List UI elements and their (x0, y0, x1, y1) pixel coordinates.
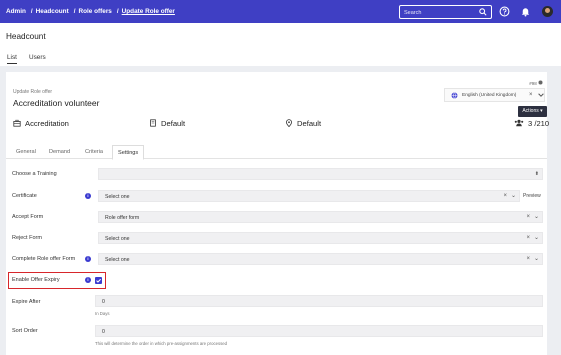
expire-after-value: 0 (102, 299, 105, 305)
complete-form-select[interactable]: Select one × ⌄ (98, 253, 543, 265)
chevron-down-icon[interactable] (537, 91, 545, 99)
location-pin-icon (286, 119, 292, 128)
check-icon (96, 278, 101, 283)
clear-icon[interactable]: × (526, 214, 530, 220)
chevron-down-icon[interactable]: ⌄ (511, 193, 516, 199)
page-title: Headcount (6, 32, 46, 41)
chevron-down-icon[interactable]: ⌄ (534, 256, 539, 262)
breadcrumb-separator: / (30, 8, 33, 15)
reject-form-label: Reject Form (12, 235, 42, 241)
accept-form-select[interactable]: Role offer form × ⌄ (98, 211, 543, 223)
info-icon[interactable]: i (85, 193, 91, 199)
breadcrumb-separator: / (73, 8, 76, 15)
info-role-text: Accreditation (25, 119, 69, 128)
chevron-down-icon[interactable]: ⌄ (534, 214, 539, 220)
accept-form-label: Accept Form (12, 214, 44, 220)
clear-icon[interactable]: × (526, 235, 530, 241)
link-icon[interactable] (538, 80, 543, 85)
breadcrumb-headcount[interactable]: Headcount (36, 8, 69, 15)
clear-icon[interactable]: × (526, 256, 530, 262)
sort-order-hint: This will determine the order in which p… (95, 341, 228, 346)
building-icon (150, 119, 156, 127)
tab-settings[interactable]: Settings (112, 145, 145, 160)
sort-order-input[interactable]: 0 (95, 325, 543, 337)
search-box (399, 5, 492, 19)
info-role: Accreditation (13, 119, 69, 133)
search-icon[interactable] (479, 8, 487, 16)
info-template: Default (149, 119, 185, 133)
reject-form-value: Select one (105, 236, 130, 242)
search-input[interactable] (404, 8, 476, 17)
expire-after-input[interactable]: 0 (95, 295, 543, 307)
chevron-down-icon[interactable]: ⌄ (534, 235, 539, 241)
page-header: Headcount List Users (0, 23, 561, 66)
clear-icon[interactable]: × (529, 92, 533, 98)
enable-expiry-label: Enable Offer Expiry (12, 277, 60, 283)
expire-after-label: Expire After (12, 299, 41, 305)
sort-order-label: Sort Order (12, 328, 38, 334)
avatar[interactable] (542, 6, 553, 17)
enable-expiry-checkbox[interactable] (95, 277, 102, 284)
breadcrumb-role-offers[interactable]: Role offers (78, 8, 111, 15)
language-value: English (United Kingdom) (462, 93, 517, 98)
sort-order-value: 0 (102, 329, 105, 335)
complete-form-label: Complete Role offer Form (12, 256, 76, 262)
info-location-text: Default (297, 119, 322, 128)
globe-icon (451, 92, 458, 99)
users-icon (514, 119, 524, 127)
training-label: Choose a Training (12, 171, 57, 177)
breadcrumb-admin[interactable]: Admin (6, 8, 26, 15)
training-select[interactable]: ⬍ (98, 168, 543, 180)
top-navigation-bar: Admin / Headcount / Role offers / Update Role … (0, 0, 561, 23)
reject-form-select[interactable]: Select one × ⌄ (98, 232, 543, 244)
clear-icon[interactable]: × (503, 193, 507, 199)
breadcrumb-current[interactable]: Update Role offer (122, 8, 175, 15)
info-icon[interactable]: i (85, 277, 91, 283)
expire-after-hint: In Days (95, 311, 110, 316)
bell-icon[interactable] (520, 6, 531, 17)
info-location: Default (285, 119, 321, 133)
briefcase-icon (13, 119, 21, 127)
preview-button[interactable]: Preview (523, 193, 541, 199)
info-headcount: 3 /210 (514, 119, 549, 133)
complete-form-value: Select one (105, 257, 130, 263)
certificate-value: Select one (105, 194, 130, 200)
actions-button[interactable]: Actions ▾ (518, 106, 547, 117)
card-subtitle: Update Role offer (13, 89, 53, 95)
accept-form-value: Role offer form (105, 215, 140, 221)
card-tabs: General Demand Criteria Settings (6, 145, 547, 160)
card-title: Accreditation volunteer (13, 98, 100, 108)
breadcrumb-separator: / (116, 8, 119, 15)
tab-list[interactable]: List (7, 54, 17, 64)
info-headcount-text: 3 /210 (528, 119, 550, 128)
sort-icon[interactable]: ⬍ (535, 171, 539, 177)
info-icon[interactable]: i (85, 256, 91, 262)
record-id: #98 (529, 80, 543, 86)
certificate-label: Certificate (12, 193, 37, 199)
certificate-select[interactable]: Select one × ⌄ (98, 190, 520, 202)
tab-criteria[interactable]: Criteria (80, 145, 108, 159)
breadcrumb: Admin / Headcount / Role offers / Update Role … (6, 8, 177, 15)
help-icon[interactable] (499, 6, 510, 17)
tab-users[interactable]: Users (29, 54, 46, 61)
info-template-text: Default (161, 119, 186, 128)
role-offer-card: #98 Update Role offer Accreditation volu… (6, 72, 549, 355)
tab-demand[interactable]: Demand (44, 145, 75, 159)
record-id-label: #98 (529, 81, 537, 86)
language-select[interactable]: English (United Kingdom) × (444, 88, 545, 102)
tab-general[interactable]: General (11, 145, 41, 159)
